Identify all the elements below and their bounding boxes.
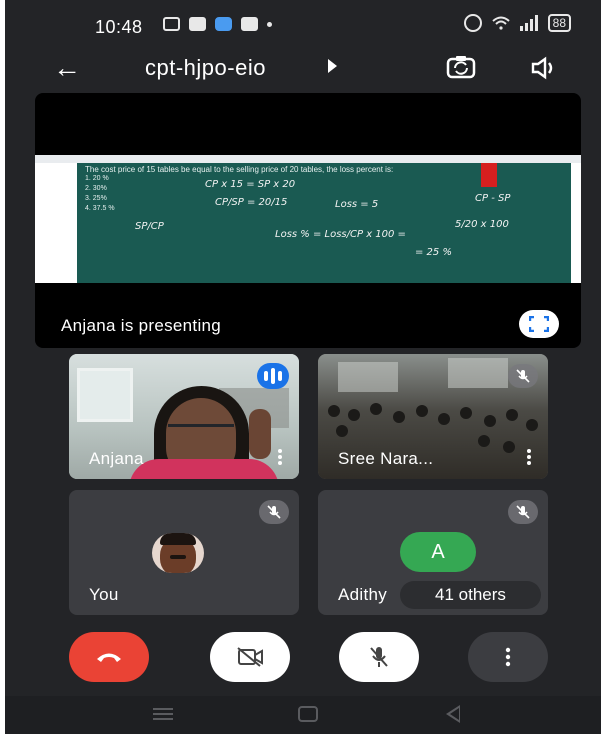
meeting-code[interactable]: cpt-hjpo-eio (145, 55, 266, 81)
home-icon[interactable] (298, 706, 318, 722)
slide-handwriting: Loss = 5 (335, 199, 379, 210)
mic-muted-icon (508, 500, 538, 524)
switch-camera-icon[interactable] (446, 54, 476, 80)
status-bar: 10:48 88 (5, 0, 601, 50)
others-count-button[interactable]: 41 others (400, 581, 541, 609)
shared-margin-left (35, 163, 77, 283)
speaker-icon[interactable] (530, 56, 558, 80)
pointer-highlight (481, 163, 497, 187)
more-options-button[interactable] (468, 632, 548, 682)
mic-muted-icon (508, 364, 538, 388)
participant-glasses (168, 424, 234, 436)
participant-tile-anjana[interactable]: Anjana (69, 354, 299, 479)
app-icon (215, 17, 232, 31)
participant-tile-you[interactable]: You (69, 490, 299, 615)
more-vert-icon (505, 647, 511, 667)
screen-record-icon (163, 17, 180, 31)
participant-hand (249, 409, 271, 459)
status-time: 10:48 (95, 17, 143, 37)
ceiling-light (338, 362, 398, 392)
presentation-tile[interactable]: The cost price of 15 tables be equal to … (35, 93, 581, 348)
slide-question: The cost price of 15 tables be equal to … (85, 165, 394, 174)
mic-muted-icon (259, 500, 289, 524)
slide-option: 2. 30% (85, 185, 107, 192)
system-nav-bar (5, 696, 601, 734)
slide-handwriting: CP/SP = 20/15 (215, 197, 288, 208)
mic-toggle-button[interactable] (339, 632, 419, 682)
end-call-icon (97, 653, 121, 662)
ceiling-light (448, 358, 508, 388)
shared-screen: The cost price of 15 tables be equal to … (35, 155, 581, 283)
fullscreen-button[interactable] (519, 310, 559, 338)
nav-back-icon-inner (450, 708, 459, 720)
message-icon (189, 17, 206, 31)
shared-margin-right (571, 163, 581, 283)
participant-name: Adithy (338, 585, 388, 604)
background-window (77, 368, 133, 422)
dot-icon (267, 21, 272, 27)
phone-screen: 10:48 88 ← cpt-hjpo-eio The cost price o… (5, 0, 601, 734)
slide-handwriting: 5/20 x 100 (455, 219, 509, 230)
slide-handwriting: CP x 15 = SP x 20 (205, 179, 296, 190)
notification-icons (163, 17, 272, 31)
slide-option: 4. 37.5 % (85, 205, 115, 212)
more-vert-icon[interactable] (277, 447, 283, 467)
alarm-icon (463, 14, 482, 32)
participant-name: You (89, 585, 119, 604)
camera-off-icon (237, 647, 263, 667)
avatar (152, 533, 204, 573)
call-controls (5, 632, 601, 686)
shared-browser-bar (35, 155, 581, 163)
avatar: A (400, 532, 476, 572)
participant-name: Anjana (89, 449, 144, 468)
slide-handwriting: = 25 % (415, 247, 452, 258)
more-vert-icon[interactable] (526, 447, 532, 467)
system-icons: 88 (463, 14, 571, 32)
participant-tile-sree[interactable]: Sree Nara... (318, 354, 548, 479)
slide-handwriting: SP/CP (135, 221, 164, 232)
wifi-icon (491, 16, 510, 30)
participant-clothing (129, 459, 279, 479)
slide-option: 3. 25% (85, 195, 107, 202)
camera-toggle-button[interactable] (210, 632, 290, 682)
signal-icon (519, 15, 538, 31)
meeting-details-caret-icon[interactable] (328, 59, 337, 73)
battery-icon: 88 (547, 14, 571, 32)
recent-apps-icon[interactable] (153, 708, 173, 720)
slide-handwriting: Loss % = Loss/CP x 100 = (275, 229, 406, 240)
participant-name: Sree Nara... (338, 449, 434, 468)
meeting-top-bar: ← cpt-hjpo-eio (5, 50, 601, 90)
slide-handwriting: CP - SP (475, 193, 511, 204)
facebook-icon (241, 17, 258, 31)
slide-option: 1. 20 % (85, 175, 109, 182)
end-call-button[interactable] (69, 632, 149, 682)
mic-off-icon (370, 647, 388, 667)
speaking-indicator-icon (257, 363, 289, 389)
back-arrow-icon[interactable]: ← (53, 53, 81, 83)
presenter-label: Anjana is presenting (61, 316, 222, 335)
fullscreen-icon (529, 316, 549, 332)
